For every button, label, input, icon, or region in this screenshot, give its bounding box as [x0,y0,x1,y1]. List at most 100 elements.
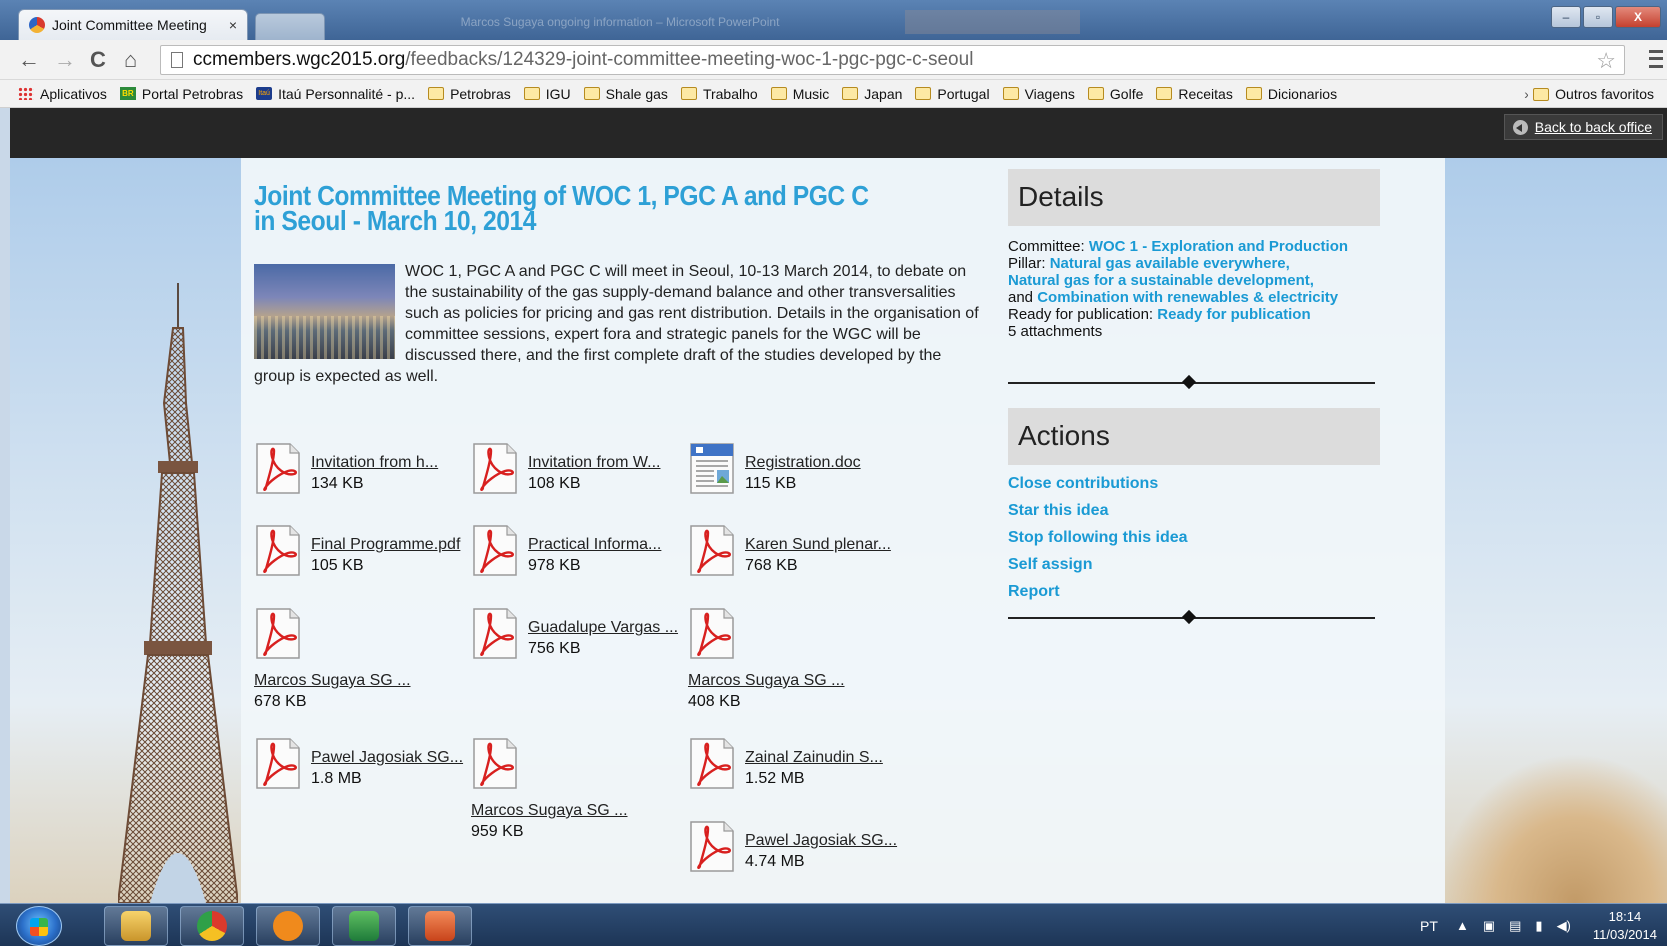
start-button[interactable] [16,906,62,946]
attachment-name-link[interactable]: Practical Informa... [528,534,661,555]
attachment-item[interactable]: Pawel Jagosiak SG... 4.74 MB [688,821,898,881]
report-link[interactable]: Report [1008,583,1060,600]
attachment-name-link[interactable]: Pawel Jagosiak SG... [311,747,463,768]
bookmark-folder-music[interactable]: Music [770,86,829,102]
attachment-item[interactable]: Invitation from W... 108 KB [471,443,681,503]
bookmark-folder-golfe[interactable]: Golfe [1087,86,1143,102]
attachment-name-link[interactable]: Marcos Sugaya SG ... [254,670,411,691]
attachment-item[interactable]: Marcos Sugaya SG ... 678 KB [254,608,464,710]
taskbar-excel[interactable] [332,906,396,946]
attachment-item[interactable]: Invitation from h... 134 KB [254,443,464,503]
committee-link[interactable]: WOC 1 - Exploration and Production [1089,238,1348,255]
bookmark-folder-shale-gas[interactable]: Shale gas [583,86,668,102]
close-contributions-link[interactable]: Close contributions [1008,475,1158,492]
ready-for-publication-link[interactable]: Ready for publication [1157,306,1310,323]
taskbar-chrome[interactable] [180,906,244,946]
chrome-menu-icon[interactable] [1649,50,1663,68]
minimize-button[interactable]: – [1551,6,1581,28]
bookmark-folder-japan[interactable]: Japan [842,86,902,102]
pdf-file-icon[interactable] [471,443,519,495]
pdf-file-icon[interactable] [254,443,302,495]
taskbar-explorer[interactable] [104,906,168,946]
bookmark-folder-viagens[interactable]: Viagens [1002,86,1075,102]
divider-diamond-icon [1181,609,1197,625]
bookmark-itau[interactable]: Itaú Itaú Personnalité - p... [256,86,415,102]
attachment-name-link[interactable]: Pawel Jagosiak SG... [745,830,897,851]
bookmark-folder-dicionarios[interactable]: Dicionarios [1245,86,1337,102]
attachment-name-link[interactable]: Guadalupe Vargas ... [528,617,678,638]
attachment-item[interactable]: Marcos Sugaya SG ... 408 KB [688,608,898,710]
bookmark-folder-igu[interactable]: IGU [523,86,571,102]
tab-close-icon[interactable]: × [229,17,237,33]
attachment-item[interactable]: Zainal Zainudin S... 1.52 MB [688,738,898,798]
attachment-name-link[interactable]: Zainal Zainudin S... [745,747,883,768]
page-title: Joint Committee Meeting of WOC 1, PGC A … [254,180,869,236]
bookmark-folder-trabalho[interactable]: Trabalho [680,86,758,102]
attachment-name-link[interactable]: Final Programme.pdf [311,534,460,555]
attachment-name-link[interactable]: Marcos Sugaya SG ... [471,800,628,821]
doc-file-icon[interactable] [688,443,736,495]
bookmark-star-icon[interactable]: ☆ [1596,48,1616,74]
back-to-back-office-link[interactable]: Back to back office [1503,114,1663,140]
taskbar-clock[interactable]: 18:14 11/03/2014 [1593,908,1657,944]
attachment-item[interactable]: Guadalupe Vargas ... 756 KB [471,608,681,668]
attachment-size: 678 KB [254,693,307,710]
pdf-file-icon[interactable] [254,525,302,577]
forward-arrow-icon[interactable]: → [54,47,76,73]
language-indicator[interactable]: PT [1420,918,1438,934]
bookmark-aplicativos[interactable]: Aplicativos [18,86,107,102]
attachment-name-link[interactable]: Karen Sund plenar... [745,534,891,555]
taskbar-powerpoint[interactable] [408,906,472,946]
address-bar[interactable]: ccmembers.wgc2015.org/feedbacks/124329-j… [160,45,1625,75]
attachment-item[interactable]: Karen Sund plenar... 768 KB [688,525,898,585]
back-arrow-icon[interactable]: ← [18,47,40,73]
pdf-file-icon[interactable] [471,525,519,577]
tray-expand-icon[interactable]: ▲ [1456,918,1469,933]
signal-icon[interactable]: ▮ [1535,918,1542,934]
close-window-button[interactable]: X [1615,6,1661,28]
attachment-name-link[interactable]: Registration.doc [745,452,861,473]
pdf-file-icon[interactable] [471,608,519,660]
details-heading: Details [1008,169,1380,226]
attachment-item[interactable]: Practical Informa... 978 KB [471,525,681,585]
attachment-name-link[interactable]: Invitation from W... [528,452,660,473]
network-device-icon[interactable]: ▣ [1483,918,1495,934]
bookmark-other-favorites[interactable]: Outros favoritos [1528,80,1654,107]
pillar-link-3[interactable]: Combination with renewables & electricit… [1037,289,1338,306]
browser-tab-active[interactable]: Joint Committee Meeting × [18,9,248,40]
itau-app-icon [273,911,303,941]
bookmark-folder-receitas[interactable]: Receitas [1156,86,1233,102]
pdf-file-icon[interactable] [471,738,519,790]
taskbar-itau-app[interactable] [256,906,320,946]
bookmark-folder-petrobras[interactable]: Petrobras [428,86,511,102]
attachment-item[interactable]: Registration.doc 115 KB [688,443,898,503]
pdf-file-icon[interactable] [688,738,736,790]
folder-icon [680,87,697,100]
self-assign-link[interactable]: Self assign [1008,556,1092,573]
pdf-file-icon[interactable] [254,738,302,790]
bookmark-portal-petrobras[interactable]: BR Portal Petrobras [119,86,243,102]
folder-icon [770,87,787,100]
star-idea-link[interactable]: Star this idea [1008,502,1108,519]
attachment-item[interactable]: Marcos Sugaya SG ... 959 KB [471,738,681,840]
pillar-link-1[interactable]: Natural gas available everywhere, [1050,255,1290,272]
actions-heading: Actions [1008,408,1380,465]
attachment-name-link[interactable]: Invitation from h... [311,452,438,473]
pillar-link-2[interactable]: Natural gas for a sustainable developmen… [1008,272,1314,289]
pdf-file-icon[interactable] [254,608,302,660]
attachment-item[interactable]: Final Programme.pdf 105 KB [254,525,464,585]
folder-icon [428,87,445,100]
reload-icon[interactable]: C [90,47,106,73]
home-icon[interactable]: ⌂ [124,47,137,73]
bookmark-folder-portugal[interactable]: Portugal [915,86,990,102]
pdf-file-icon[interactable] [688,821,736,873]
attachment-name-link[interactable]: Marcos Sugaya SG ... [688,670,845,691]
attachment-item[interactable]: Pawel Jagosiak SG... 1.8 MB [254,738,464,798]
pdf-file-icon[interactable] [688,608,736,660]
maximize-button[interactable]: ▫ [1583,6,1613,28]
new-tab-button[interactable] [255,13,325,40]
usb-icon[interactable]: ▤ [1509,918,1521,934]
volume-icon[interactable]: ◀) [1557,918,1571,934]
stop-following-link[interactable]: Stop following this idea [1008,529,1188,546]
pdf-file-icon[interactable] [688,525,736,577]
